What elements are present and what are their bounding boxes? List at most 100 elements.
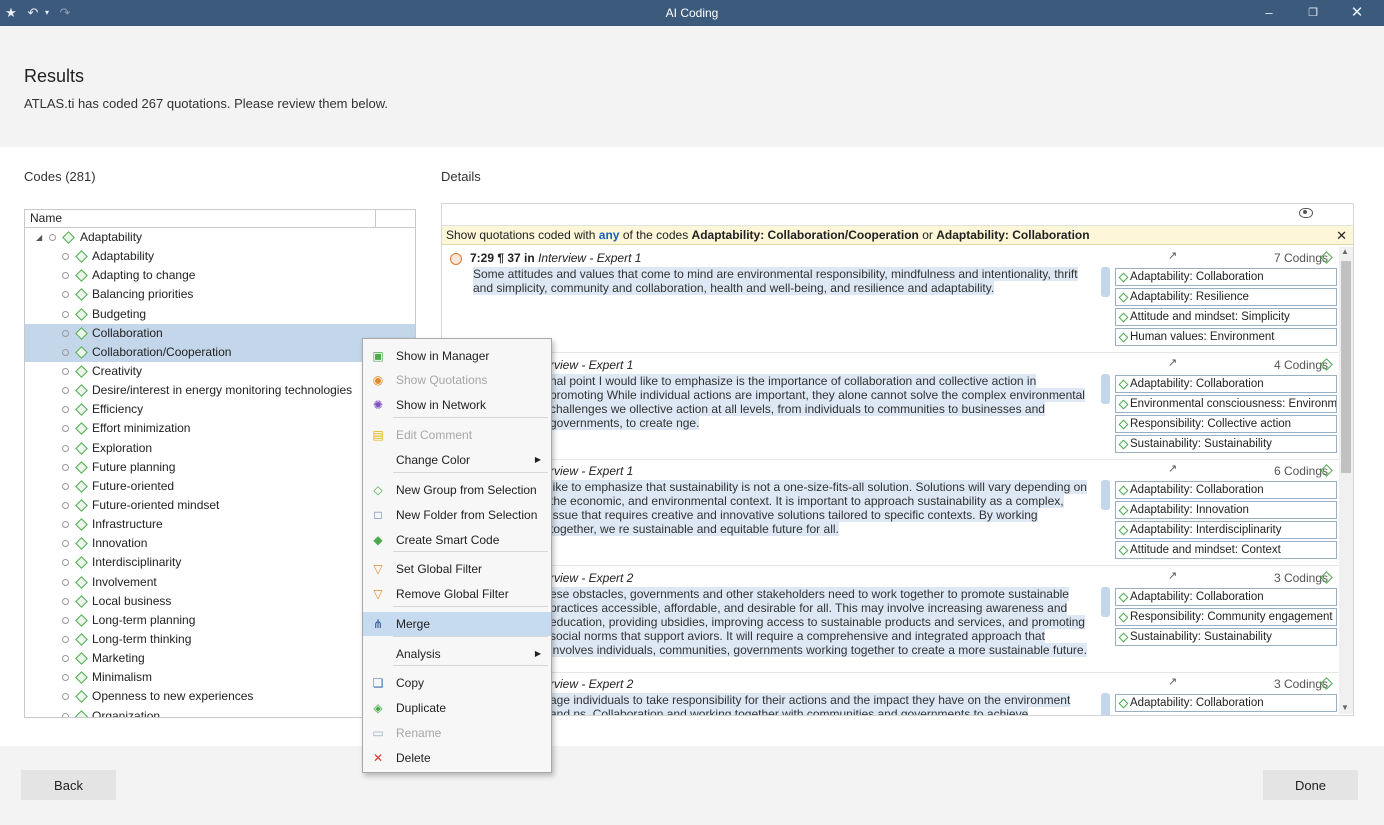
tree-item[interactable]: Collaboration/Cooperation — [25, 342, 415, 362]
codes-list: Adaptability: Collaboration Adaptability:… — [1115, 481, 1337, 561]
folder-icon: □ — [374, 508, 382, 522]
menu-item[interactable]: ✕ Delete — [363, 746, 551, 770]
code-chip[interactable]: Responsibility: Community engagement — [1115, 607, 1337, 626]
quotation-card[interactable]: 7:29 ¶ 37 in Interview - Expert 1 Some at… — [442, 247, 1339, 353]
code-chip[interactable]: Attitude and mindset: Simplicity — [1115, 308, 1337, 326]
tree-item[interactable]: Interdisciplinarity — [25, 553, 415, 572]
menu-item[interactable]: ◈ Duplicate — [363, 696, 551, 720]
circle-icon — [62, 559, 69, 567]
quotation-card[interactable]: rview - Expert 2 age individuals to take … — [442, 673, 1339, 715]
title-bar: ★ ↶ ▾ ↷ AI Coding – ❐ ✕ — [0, 0, 1384, 26]
tree-item[interactable]: Organization — [25, 707, 415, 717]
tree-item[interactable]: Involvement — [25, 573, 415, 592]
open-arrow-icon[interactable]: ↗ — [1168, 249, 1177, 262]
quotation-card[interactable]: rview - Expert 1 like to emphasize that s… — [442, 460, 1339, 566]
code-chip[interactable]: Adaptability: Collaboration — [1115, 268, 1337, 286]
manager-icon: ▣ — [372, 349, 384, 363]
tree-item[interactable]: Collaboration — [25, 323, 415, 343]
tree-item[interactable]: Long-term thinking — [25, 630, 415, 649]
quotation-text: Some attitudes and values that come to m… — [473, 267, 1078, 295]
circle-icon — [62, 367, 69, 375]
tree-item[interactable]: Efficiency — [25, 400, 415, 419]
tree-item[interactable]: Future-oriented — [25, 477, 415, 496]
menu-item[interactable]: ▣ Show in Manager — [363, 344, 551, 368]
close-icon[interactable]: ✕ — [1348, 4, 1366, 22]
code-icon — [75, 345, 88, 359]
tree-item[interactable]: Innovation — [25, 534, 415, 553]
menu-item[interactable]: ◆ Create Smart Code — [363, 528, 551, 552]
eye-icon[interactable] — [1299, 208, 1313, 218]
menu-item[interactable]: ◉ Show Quotations — [363, 368, 551, 392]
code-chip[interactable]: Responsibility: Collective action — [1115, 414, 1337, 433]
group-icon: ◇ — [373, 483, 383, 497]
tree-item[interactable]: Future planning — [25, 458, 415, 477]
code-chip[interactable]: Adaptability: Collaboration — [1115, 694, 1337, 712]
code-chip[interactable]: Adaptability: Innovation — [1115, 501, 1337, 519]
tree-item[interactable]: Openness to new experiences — [25, 687, 415, 706]
code-icon — [75, 594, 88, 608]
tree-item[interactable]: Desire/interest in energy monitoring tec… — [25, 381, 415, 400]
code-chip[interactable]: Adaptability: Collaboration — [1115, 374, 1337, 393]
code-chip[interactable]: Sustainability: Sustainability — [1115, 627, 1337, 646]
name-column-header[interactable]: Name — [25, 210, 415, 228]
code-chip[interactable]: Attitude and mindset: Context — [1115, 541, 1337, 559]
tree-item-root[interactable]: ◢ Adaptability — [25, 228, 415, 247]
tree-item[interactable]: Long-term planning — [25, 611, 415, 630]
circle-icon — [62, 272, 69, 280]
circle-icon — [62, 329, 69, 337]
code-chip[interactable]: Adaptability: Collaboration — [1115, 587, 1337, 606]
tree-item[interactable]: Marketing — [25, 649, 415, 668]
tree-item[interactable]: Adapting to change — [25, 266, 415, 285]
tree-item[interactable]: Future-oriented mindset — [25, 496, 415, 515]
open-arrow-icon[interactable]: ↗ — [1168, 462, 1177, 475]
code-icon — [75, 709, 88, 717]
restore-icon[interactable]: ❐ — [1304, 4, 1322, 22]
expand-icon[interactable]: ◢ — [36, 228, 42, 247]
minimize-icon[interactable]: – — [1260, 4, 1278, 22]
tree-item[interactable]: Minimalism — [25, 668, 415, 687]
menu-item[interactable]: ✺ Show in Network — [363, 393, 551, 417]
tree-item[interactable]: Effort minimization — [25, 419, 415, 438]
scroll-up-icon[interactable]: ▲ — [1341, 247, 1349, 256]
tree-item[interactable]: Local business — [25, 592, 415, 611]
tree-item[interactable]: Exploration — [25, 439, 415, 458]
menu-item[interactable]: ▽ Remove Global Filter — [363, 582, 551, 606]
menu-item[interactable]: ▤ Edit Comment — [363, 423, 551, 447]
tree-item[interactable]: Creativity — [25, 362, 415, 381]
open-arrow-icon[interactable]: ↗ — [1168, 675, 1177, 688]
details-scrollbar[interactable]: ▲ ▼ — [1339, 247, 1353, 714]
code-icon — [75, 403, 88, 417]
quotation-card[interactable]: rview - Expert 1 nal point I would like t… — [442, 354, 1339, 460]
menu-item[interactable]: ❏ Copy — [363, 671, 551, 695]
codings-count: 3 Codings — [1273, 570, 1328, 585]
menu-item[interactable]: ◇ New Group from Selection — [363, 478, 551, 502]
codes-list: Adaptability: Collaboration — [1115, 694, 1337, 714]
code-chip[interactable]: Human values: Environment — [1115, 328, 1337, 346]
code-chip[interactable]: Adaptability: Resilience — [1115, 288, 1337, 306]
tree-item[interactable]: Balancing priorities — [25, 285, 415, 304]
code-chip[interactable]: Environmental consciousness: Environm... — [1115, 394, 1337, 413]
tree-item[interactable]: Budgeting — [25, 305, 415, 324]
menu-item[interactable]: □ New Folder from Selection — [363, 503, 551, 527]
menu-item[interactable]: Analysis ▶ — [363, 642, 551, 666]
menu-item[interactable]: ⋔ Merge — [363, 612, 551, 636]
tree-item[interactable]: Adaptability — [25, 247, 415, 266]
code-chip[interactable]: Adaptability: Collaboration — [1115, 481, 1337, 499]
scroll-thumb[interactable] — [1341, 261, 1351, 473]
code-chip[interactable]: Sustainability: Sustainability — [1115, 434, 1337, 453]
code-icon — [75, 365, 88, 378]
code-icon — [75, 479, 88, 493]
open-arrow-icon[interactable]: ↗ — [1168, 356, 1177, 369]
open-arrow-icon[interactable]: ↗ — [1168, 569, 1177, 582]
codes-tree[interactable]: Name ◢ Adaptability Adaptability Adapting t… — [24, 209, 416, 718]
scroll-down-icon[interactable]: ▼ — [1341, 703, 1349, 712]
menu-item[interactable]: ▭ Rename — [363, 721, 551, 745]
menu-item[interactable]: ▽ Set Global Filter — [363, 557, 551, 581]
code-chip[interactable]: Adaptability: Interdisciplinarity — [1115, 521, 1337, 539]
tree-item[interactable]: Infrastructure — [25, 515, 415, 534]
close-filter-icon[interactable]: ✕ — [1336, 226, 1347, 245]
menu-item[interactable]: Change Color ▶ — [363, 448, 551, 472]
quotation-card[interactable]: rview - Expert 2 ese obstacles, governmen… — [442, 567, 1339, 673]
back-button[interactable]: Back — [21, 770, 116, 800]
done-button[interactable]: Done — [1263, 770, 1358, 800]
